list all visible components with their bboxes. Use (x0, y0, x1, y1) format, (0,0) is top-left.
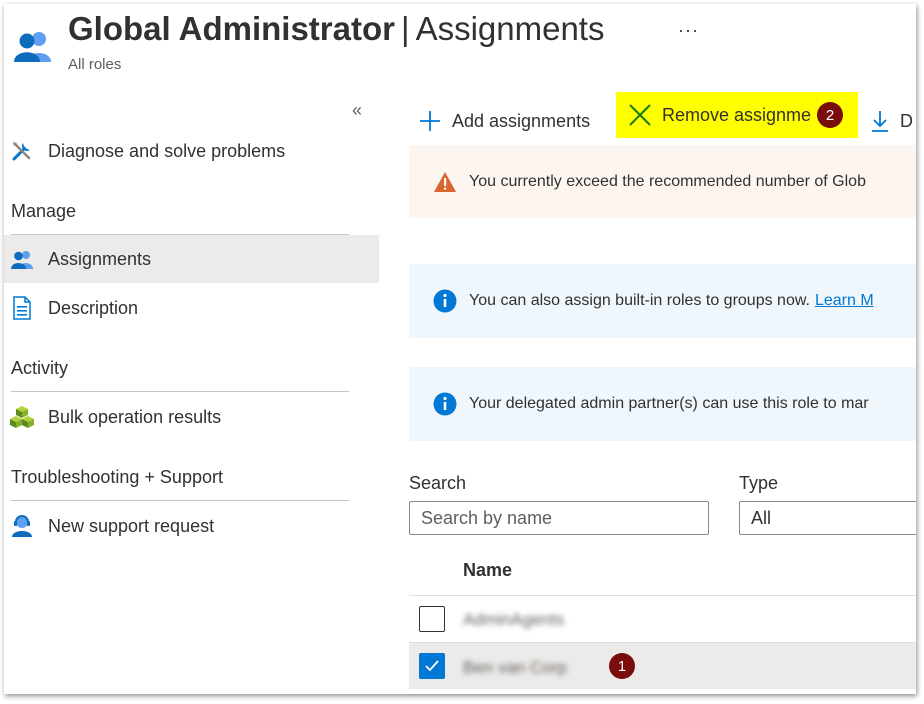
sidebar-item-label: Bulk operation results (48, 406, 222, 427)
type-label: Type (739, 473, 779, 493)
sidebar-item-label: Description (48, 297, 139, 318)
info-icon (433, 392, 457, 416)
document-icon (10, 296, 34, 320)
search-input[interactable]: Search by name (409, 501, 709, 535)
sidebar-item-description[interactable]: Description (4, 284, 379, 332)
wrench-screwdriver-icon (10, 139, 34, 163)
support-person-icon (10, 514, 34, 538)
page-title-role: Global Administrator (68, 10, 395, 47)
collapse-sidebar-button[interactable]: « (352, 100, 362, 121)
search-label: Search (409, 473, 467, 493)
row-checkbox[interactable] (419, 606, 445, 632)
sidebar-item-label: Assignments (48, 248, 152, 269)
table-row-selected[interactable]: Ben van Corp (409, 643, 916, 689)
warning-banner: You currently exceed the recommended num… (409, 145, 916, 218)
sidebar-item-diagnose[interactable]: Diagnose and solve problems (4, 127, 379, 175)
learn-more-link[interactable]: Learn M (815, 292, 874, 310)
row-name[interactable]: AdminAgents (463, 610, 564, 630)
role-users-icon (12, 28, 54, 64)
row-name[interactable]: Ben van Corp (463, 658, 567, 678)
remove-assignments-label: Remove assignme (662, 104, 812, 125)
table-row[interactable]: AdminAgents (409, 596, 916, 642)
title-separator: | (400, 10, 410, 47)
download-icon (870, 109, 890, 133)
annotation-badge-1: 1 (609, 653, 635, 679)
plus-icon (418, 109, 442, 133)
sidebar-item-new-support-request[interactable]: New support request (4, 502, 379, 550)
more-options-button[interactable]: ··· (678, 20, 699, 41)
info-text: You can also assign built-in roles to gr… (469, 292, 810, 309)
section-heading-troubleshooting: Troubleshooting + Support (11, 467, 223, 487)
warning-text: You currently exceed the recommended num… (469, 172, 866, 190)
add-assignments-button[interactable]: Add assignments (418, 100, 590, 142)
sidebar-item-bulk-operation-results[interactable]: Bulk operation results (4, 393, 379, 441)
close-icon (628, 103, 652, 127)
sidebar-item-label: New support request (48, 515, 215, 536)
section-heading-manage: Manage (11, 201, 77, 221)
sidebar-item-assignments[interactable]: Assignments (4, 235, 379, 283)
download-button[interactable]: D (870, 100, 913, 142)
section-divider (11, 500, 349, 501)
download-label: D (900, 110, 913, 131)
page-title-section: Assignments (415, 10, 605, 47)
annotation-badge-2: 2 (817, 102, 843, 128)
info-banner-groups: You can also assign built-in roles to gr… (409, 264, 916, 338)
warning-icon (433, 171, 457, 193)
breadcrumb[interactable]: All roles (68, 56, 121, 73)
users-icon (10, 247, 34, 271)
cubes-icon (10, 405, 34, 429)
info-banner-partners: Your delegated admin partner(s) can use … (409, 367, 916, 441)
info-text: Your delegated admin partner(s) can use … (469, 395, 869, 412)
sidebar-item-label: Diagnose and solve problems (48, 140, 286, 161)
type-select[interactable]: All (739, 501, 916, 535)
portal-window: Global Administrator | Assignments ··· All… (4, 4, 916, 694)
section-divider (11, 391, 349, 392)
info-icon (433, 289, 457, 313)
add-assignments-label: Add assignments (452, 110, 591, 131)
section-heading-activity: Activity (11, 358, 69, 378)
name-column-header[interactable]: Name (463, 560, 512, 581)
page-title: Global Administrator | Assignments (68, 10, 604, 48)
row-checkbox-checked[interactable] (419, 653, 445, 679)
checkmark-icon (425, 660, 439, 672)
